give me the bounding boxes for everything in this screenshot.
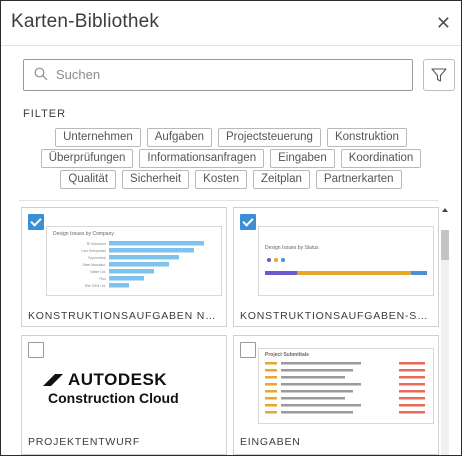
preview-row-id [265, 362, 277, 365]
preview-row-text [281, 369, 353, 372]
preview-row-id [265, 376, 277, 379]
preview-row-date [399, 362, 425, 365]
filter-chip[interactable]: Konstruktion [326, 128, 407, 147]
filter-chip-row: Qualität Sicherheit Kosten Zeitplan Part… [1, 170, 461, 189]
preview-row-text [281, 411, 353, 414]
card-checkbox[interactable] [240, 214, 256, 230]
page-title: Karten-Bibliothek [11, 11, 160, 32]
filter-chip[interactable]: Koordination [340, 149, 422, 168]
preview-row-id [265, 397, 277, 400]
autodesk-logo: AUTODESK Construction Cloud [42, 370, 212, 406]
filter-chip-row: Unternehmen Aufgaben Projectsteuerung Ko… [1, 128, 461, 147]
filter-chip[interactable]: Informationsanfragen [139, 149, 265, 168]
preview-bar-label: RI Soluzione [87, 242, 106, 246]
card-design-issues-status[interactable]: Design Issues by Status KONSTRUKTIONSAUF… [233, 207, 439, 327]
logo-line2: Construction Cloud [48, 390, 179, 406]
preview-bar [109, 241, 204, 246]
search-placeholder: Suchen [56, 67, 101, 82]
preview-bar [109, 248, 194, 253]
card-checkbox[interactable] [28, 214, 44, 230]
preview-status-segment [297, 271, 411, 275]
preview-row-id [265, 411, 277, 414]
preview-bar-label: Supercheck [88, 256, 106, 260]
filter-chip[interactable]: Überprüfungen [40, 149, 134, 168]
preview-bar-label: Rite 2004 Ltd. [85, 284, 106, 288]
filter-chip[interactable]: Kosten [195, 170, 247, 189]
autodesk-logo-icon [43, 374, 63, 386]
preview-row-id [265, 390, 277, 393]
logo-line1: AUTODESK [68, 370, 168, 389]
card-submittals[interactable]: Project Submittals EINGABEN [233, 335, 439, 455]
filter-chip[interactable]: Partnerkarten [315, 170, 402, 189]
preview-row-date [399, 411, 425, 414]
search-icon [34, 67, 48, 81]
filter-chip[interactable]: Aufgaben [146, 128, 213, 147]
preview-status-chart [265, 258, 427, 275]
preview-legend-dot [274, 258, 278, 262]
preview-row-id [265, 404, 277, 407]
preview-bar [109, 269, 154, 274]
preview-bar-label: Steel Manufact. [82, 263, 106, 267]
funnel-icon [431, 68, 447, 82]
card-name: PROJEKTENTWURF [28, 436, 141, 448]
preview-status-segment [410, 271, 427, 275]
filter-label: FILTER [23, 108, 67, 120]
search-input[interactable]: Suchen [23, 59, 413, 91]
filter-chip[interactable]: Zeitplan [252, 170, 310, 189]
filter-chip[interactable]: Sicherheit [122, 170, 190, 189]
preview-bar-label: Pico [99, 277, 106, 281]
preview-bar-chart: RI Soluzione Lam Enterprises Supercheck Ste… [81, 241, 204, 288]
preview-row-text [281, 376, 345, 379]
preview-legend-dot [281, 258, 285, 262]
close-icon[interactable]: ✕ [436, 13, 451, 34]
card-preview: Project Submittals [258, 348, 434, 424]
filter-chip-row: Überprüfungen Informationsanfragen Einga… [1, 149, 461, 168]
preview-row-text [281, 404, 361, 407]
filter-chip[interactable]: Unternehmen [55, 128, 141, 147]
preview-bar-label: Water Ltd. [90, 270, 106, 274]
filter-chip[interactable]: Eingaben [270, 149, 335, 168]
preview-bar [109, 255, 179, 260]
card-grid: Design Issues by Company RI Soluzione Lam… [19, 200, 439, 455]
card-name: KONSTRUKTIONSAUFGABEN-STATUS [240, 310, 434, 322]
card-design-issues-company[interactable]: Design Issues by Company RI Soluzione Lam… [21, 207, 227, 327]
preview-row-text [281, 390, 353, 393]
preview-row-text [281, 383, 361, 386]
preview-row-text [281, 362, 361, 365]
preview-row-date [399, 376, 425, 379]
scrollbar-track[interactable] [441, 260, 449, 455]
scrollbar[interactable] [439, 200, 451, 455]
filter-chip[interactable]: Projectsteuerung [218, 128, 321, 147]
preview-row-text [281, 397, 345, 400]
filter-button[interactable] [423, 59, 455, 91]
preview-row-date [399, 397, 425, 400]
preview-bar [109, 276, 144, 281]
preview-table [265, 362, 425, 414]
preview-row-date [399, 369, 425, 372]
preview-status-segment [265, 271, 298, 275]
preview-bar [109, 262, 169, 267]
preview-bar [109, 283, 129, 288]
filter-chip[interactable]: Qualität [60, 170, 117, 189]
scrollbar-thumb[interactable] [441, 230, 449, 260]
preview-bar-label: Lam Enterprises [81, 249, 106, 253]
card-library-panel: Karten-Bibliothek ✕ Suchen FILTER Untern… [0, 0, 462, 456]
preview-row-id [265, 369, 277, 372]
card-project-design[interactable]: AUTODESK Construction Cloud PROJEKTENTWU… [21, 335, 227, 455]
card-name: KONSTRUKTIONSAUFGABEN NACH UN... [28, 310, 222, 322]
preview-row-date [399, 390, 425, 393]
preview-row-date [399, 404, 425, 407]
card-name: EINGABEN [240, 436, 301, 448]
preview-legend-dot [267, 258, 271, 262]
card-checkbox[interactable] [240, 342, 256, 358]
panel-header: Karten-Bibliothek ✕ [1, 1, 461, 46]
card-preview: Design Issues by Status [258, 226, 434, 296]
card-preview: Design Issues by Company RI Soluzione Lam… [46, 226, 222, 296]
preview-row-date [399, 383, 425, 386]
card-checkbox[interactable] [28, 342, 44, 358]
preview-row-id [265, 383, 277, 386]
scroll-up-icon[interactable] [442, 208, 448, 212]
